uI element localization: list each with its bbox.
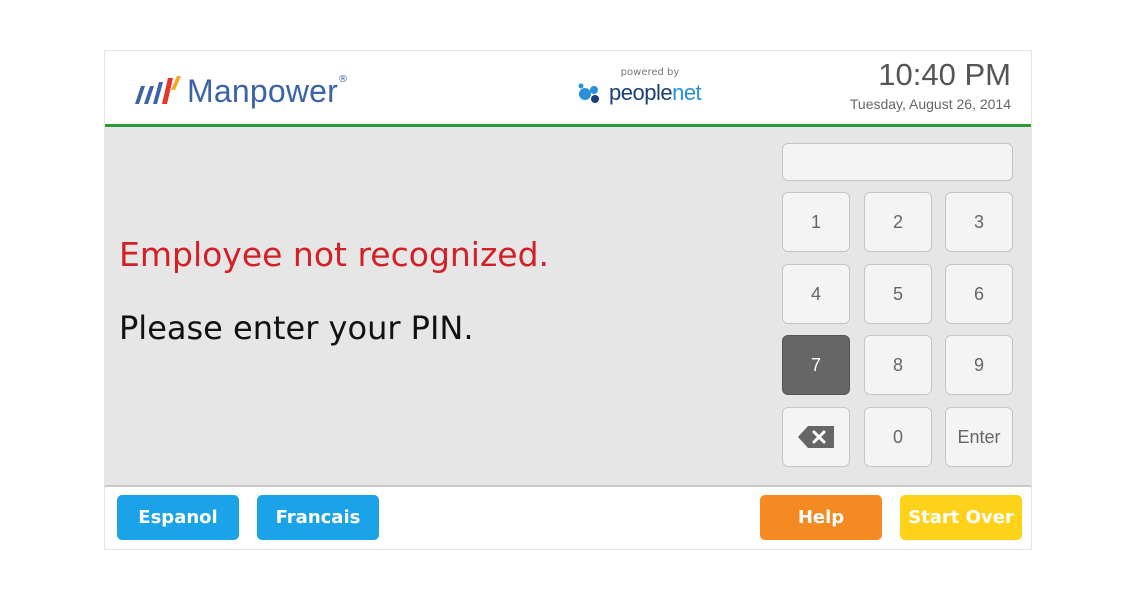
keypad: 1 2 3 4 5 6 7 8 9 0 Enter <box>782 192 1014 469</box>
current-time: 10:40 PM <box>878 57 1011 92</box>
peoplenet-logo-icon <box>578 83 599 103</box>
enter-button[interactable]: Enter <box>945 407 1013 467</box>
manpower-logo: Manpower ® <box>131 71 348 111</box>
key-3[interactable]: 3 <box>945 192 1013 252</box>
kiosk-screen: Manpower ® powered by peoplenet 10:40 PM… <box>104 50 1032 550</box>
peoplenet-name-main: people <box>609 80 673 105</box>
brand-name: Manpower <box>187 72 339 109</box>
backspace-icon <box>798 426 834 448</box>
clock: 10:40 PM Tuesday, August 26, 2014 <box>850 57 1011 112</box>
start-over-button[interactable]: Start Over <box>900 495 1022 540</box>
pin-input[interactable] <box>782 143 1013 181</box>
help-button[interactable]: Help <box>760 495 882 540</box>
key-7[interactable]: 7 <box>782 335 850 395</box>
peoplenet-logo: peoplenet <box>577 80 707 106</box>
brand-registered-mark: ® <box>338 73 349 85</box>
manpower-logo-icon <box>135 76 181 104</box>
key-2[interactable]: 2 <box>864 192 932 252</box>
powered-by-label: powered by <box>620 67 680 78</box>
header-bar: Manpower ® powered by peoplenet 10:40 PM… <box>105 51 1031 127</box>
peoplenet-name: peoplenet <box>609 80 702 106</box>
error-message: Employee not recognized. <box>119 235 550 274</box>
espanol-button[interactable]: Espanol <box>117 495 239 540</box>
peoplenet-name-accent: net <box>672 80 702 105</box>
key-9[interactable]: 9 <box>945 335 1013 395</box>
current-date: Tuesday, August 26, 2014 <box>849 96 1011 112</box>
backspace-button[interactable] <box>782 407 850 467</box>
francais-button[interactable]: Francais <box>257 495 379 540</box>
main-panel: Employee not recognized. Please enter yo… <box>105 127 1031 487</box>
pin-prompt: Please enter your PIN. <box>119 309 474 347</box>
key-4[interactable]: 4 <box>782 264 850 324</box>
footer-bar: Espanol Francais Help Start Over <box>105 487 1031 549</box>
key-8[interactable]: 8 <box>864 335 932 395</box>
powered-by-peoplenet: powered by peoplenet <box>577 67 707 106</box>
key-1[interactable]: 1 <box>782 192 850 252</box>
key-5[interactable]: 5 <box>864 264 932 324</box>
key-6[interactable]: 6 <box>945 264 1013 324</box>
key-0[interactable]: 0 <box>864 407 932 467</box>
